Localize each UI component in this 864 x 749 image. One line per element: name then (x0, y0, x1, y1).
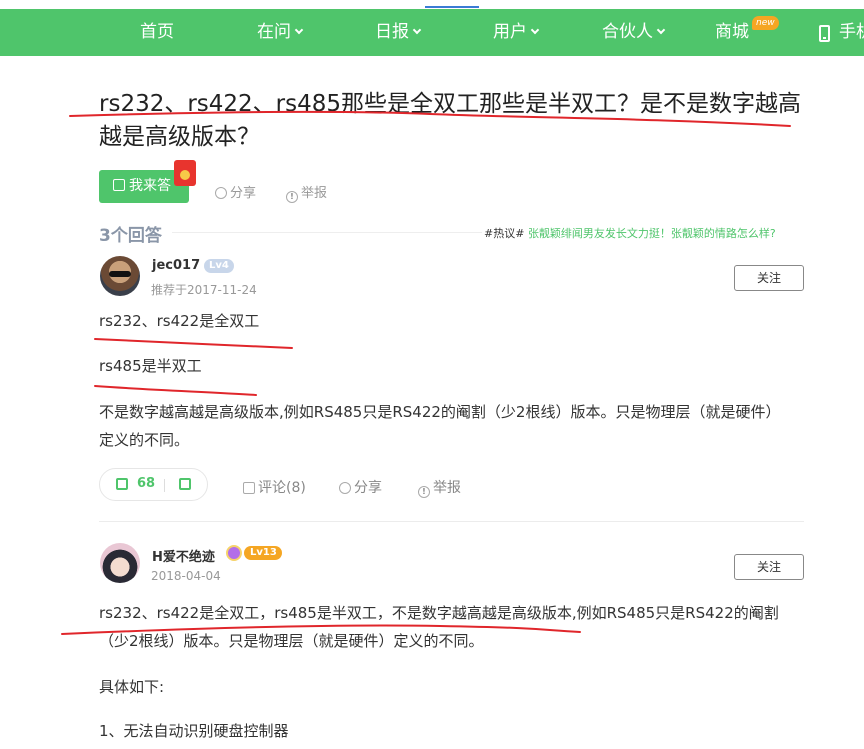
answer1-line: rs232、rs422是全双工 (99, 312, 260, 330)
answers-count: 3个回答 (99, 226, 162, 246)
thumbs-up-icon[interactable] (116, 478, 128, 490)
chevron-down-icon (530, 25, 540, 35)
divider (172, 232, 482, 233)
divider (164, 479, 165, 492)
nav-mobile-label: 手机 (839, 22, 864, 42)
vote-group: 68 (99, 468, 208, 501)
comment-icon (243, 482, 255, 494)
report-link[interactable]: ! 举报 (418, 477, 461, 498)
chevron-down-icon (656, 25, 666, 35)
share-label: 分享 (354, 480, 382, 496)
question-title: rs232、rs422、rs485那些是全双工那些是半双工？是不是数字越高越是高… (99, 91, 802, 150)
follow-button[interactable]: 关注 (734, 554, 804, 580)
follow-button[interactable]: 关注 (734, 265, 804, 291)
hot-topic-link[interactable]: 张靓颖绯闻男友发长文力挺！张靓颖的情路怎么样? (528, 227, 776, 240)
red-packet-icon[interactable] (174, 160, 196, 186)
active-tab-indicator (425, 6, 479, 8)
report-icon: ! (286, 191, 298, 203)
share-link[interactable]: 分享 (215, 182, 256, 201)
level-badge: Lv13 (244, 546, 282, 560)
comment-label: 评论(8) (258, 480, 306, 496)
answer2-line: 1、无法自动识别硬盘控制器 (99, 722, 289, 740)
nav-partner-label: 合伙人 (602, 22, 653, 42)
edit-icon (113, 179, 125, 191)
answer2-line: 具体如下: (99, 678, 165, 696)
report-label: 举报 (433, 480, 461, 496)
hot-tag: #热议# (484, 227, 525, 240)
nav-daily[interactable]: 日报 (375, 9, 422, 56)
answer2-line: rs232、rs422是全双工，rs485是半双工，不是数字越高越是高级版本,例… (99, 604, 779, 650)
report-icon: ! (418, 486, 430, 498)
share-link[interactable]: 分享 (339, 477, 382, 497)
nav-mall-label: 商城 (715, 22, 749, 42)
comment-link[interactable]: 评论(8) (243, 477, 306, 497)
report-label: 举报 (301, 186, 328, 201)
answer1-date: 推荐于2017-11-24 (151, 283, 257, 297)
chevron-down-icon (294, 25, 304, 35)
share-icon (339, 482, 351, 494)
nav-home[interactable]: 首页 (140, 9, 174, 56)
new-badge: new (752, 16, 779, 30)
avatar[interactable] (100, 543, 140, 583)
answer1-line: 不是数字越高越是高级版本,例如RS485只是RS422的阉割（少2根线）版本。只… (99, 403, 781, 449)
answer-separator (99, 521, 804, 522)
level-badge: Lv4 (204, 259, 234, 273)
nav-users[interactable]: 用户 (493, 9, 540, 56)
answer2-date: 2018-04-04 (151, 569, 221, 583)
chevron-down-icon (412, 25, 422, 35)
nav-ask[interactable]: 在问 (257, 9, 304, 56)
nav-partner[interactable]: 合伙人 (602, 9, 666, 56)
answer1-username[interactable]: jec017 (152, 258, 200, 273)
nav-mobile[interactable]: 手机 (839, 9, 864, 56)
nav-ask-label: 在问 (257, 22, 291, 42)
answer-button-label: 我来答 (129, 178, 171, 194)
top-nav: 首页 在问 日报 用户 合伙人 商城 手机 (0, 9, 864, 56)
phone-icon (819, 25, 830, 42)
answer1-line: rs485是半双工 (99, 357, 202, 375)
nav-users-label: 用户 (493, 22, 527, 42)
thumbs-down-icon[interactable] (179, 478, 191, 490)
nav-daily-label: 日报 (375, 22, 409, 42)
hot-topic[interactable]: #热议# 张靓颖绯闻男友发长文力挺！张靓颖的情路怎么样? (484, 225, 776, 241)
report-link[interactable]: ! 举报 (286, 182, 327, 203)
share-label: 分享 (230, 186, 257, 201)
share-icon (215, 187, 227, 199)
answer2-username[interactable]: H爱不绝迹 (152, 546, 215, 565)
gem-icon (226, 545, 242, 561)
nav-mall[interactable]: 商城 (715, 9, 749, 56)
nav-home-label: 首页 (140, 22, 174, 42)
like-count: 68 (137, 476, 156, 491)
avatar[interactable] (100, 256, 140, 296)
